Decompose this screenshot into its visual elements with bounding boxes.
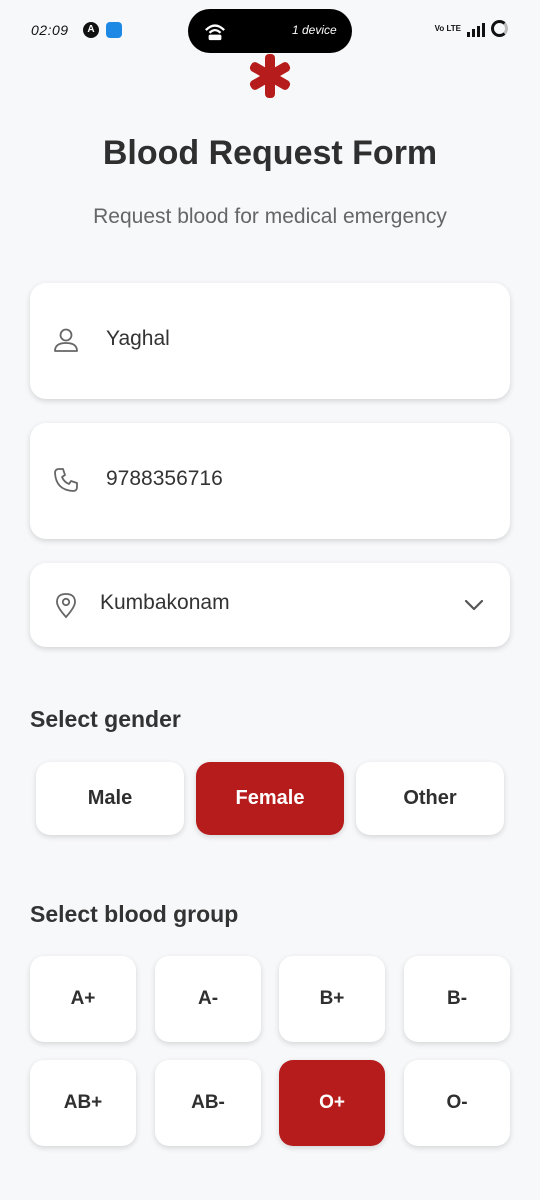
page-title: Blood Request Form (102, 134, 438, 172)
blood-option-b-pos[interactable]: B+ (279, 956, 385, 1042)
gender-option-female[interactable]: Female (196, 762, 344, 835)
status-time: 02:09 (31, 22, 69, 38)
location-pin-icon (56, 593, 76, 619)
phone-icon (54, 468, 78, 492)
city-selected-value: Kumbakonam (100, 591, 230, 614)
cloud-app-icon (106, 22, 122, 38)
city-dropdown[interactable]: Kumbakonam (30, 563, 510, 647)
blood-option-a-pos[interactable]: A+ (30, 956, 136, 1042)
phone-field[interactable] (30, 423, 510, 539)
medical-asterisk-icon (249, 54, 291, 98)
hotspot-icon (205, 24, 225, 41)
status-icons: Vo LTE (435, 20, 508, 37)
battery-icon (491, 20, 508, 37)
blood-option-b-neg[interactable]: B- (404, 956, 510, 1042)
blood-request-screen: 02:09 A 1 device Vo LTE Blood Request Fo… (0, 0, 540, 1200)
blood-group-section-label: Select blood group (30, 901, 239, 927)
gender-option-other[interactable]: Other (356, 762, 504, 835)
island-label: 1 device (292, 23, 337, 37)
page-subtitle: Request blood for medical emergency (93, 205, 447, 228)
gender-option-male[interactable]: Male (36, 762, 184, 835)
blood-option-a-neg[interactable]: A- (155, 956, 261, 1042)
blood-option-o-pos[interactable]: O+ (279, 1060, 385, 1146)
dynamic-island[interactable]: 1 device (188, 9, 352, 53)
status-bar: 02:09 A 1 device Vo LTE (0, 0, 540, 60)
gender-section-label: Select gender (30, 706, 181, 732)
name-input[interactable] (106, 321, 486, 357)
blood-option-ab-neg[interactable]: AB- (155, 1060, 261, 1146)
signal-icon (467, 21, 485, 37)
blood-option-ab-pos[interactable]: AB+ (30, 1060, 136, 1146)
person-icon (54, 328, 78, 352)
volte-label: Vo LTE (434, 24, 461, 33)
name-field[interactable] (30, 283, 510, 399)
blood-option-o-neg[interactable]: O- (404, 1060, 510, 1146)
app-a-icon: A (83, 22, 99, 38)
chevron-down-icon[interactable] (462, 593, 486, 617)
phone-input[interactable] (106, 461, 486, 497)
